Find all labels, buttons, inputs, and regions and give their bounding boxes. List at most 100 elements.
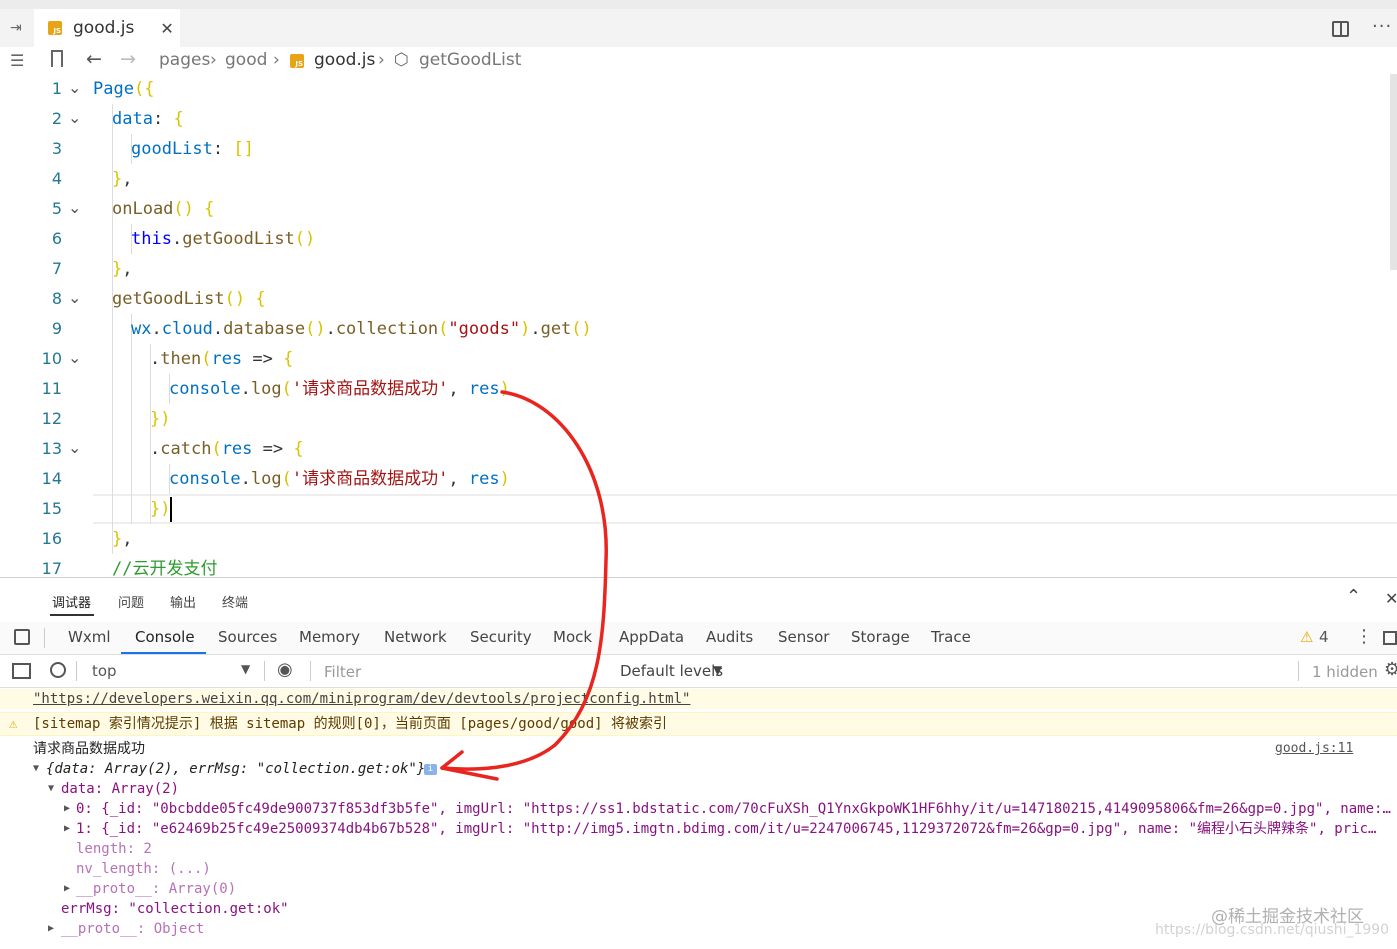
code-line[interactable]: wx.cloud.database().collection("goods").… bbox=[131, 314, 592, 344]
devtools-tab-wxml[interactable]: Wxml bbox=[68, 628, 111, 646]
sidebar-toggle-icon[interactable] bbox=[12, 663, 31, 679]
code-line[interactable]: }, bbox=[112, 254, 133, 284]
array-item-row[interactable]: ▶ 1: {_id: "e62469b25fc49e25009374db4b67… bbox=[0, 819, 1397, 839]
bookmark-icon[interactable] bbox=[51, 50, 63, 67]
expanded-triangle-icon[interactable]: ▼ bbox=[33, 759, 39, 779]
devtools-tab-trace[interactable]: Trace bbox=[931, 628, 971, 646]
text-cursor bbox=[170, 497, 172, 522]
editor-scrollbar[interactable] bbox=[1390, 74, 1397, 270]
line-number: 10 bbox=[41, 349, 62, 368]
hidden-count: 1 hidden bbox=[1312, 663, 1378, 681]
breadcrumb-pages[interactable]: pages bbox=[159, 50, 210, 70]
fold-chevron-icon[interactable]: ⌄ bbox=[68, 344, 82, 374]
code-line[interactable]: console.log('请求商品数据成功', res) bbox=[169, 374, 510, 404]
split-editor-icon[interactable] bbox=[1332, 21, 1349, 37]
fold-chevron-icon[interactable]: ⌄ bbox=[68, 284, 82, 314]
devtools-tab-sensor[interactable]: Sensor bbox=[778, 628, 829, 646]
data-array-row[interactable]: ▼ data: Array(2) bbox=[0, 779, 1397, 799]
log-source-link[interactable]: good.js:11 bbox=[1275, 739, 1353, 759]
panel-tab-output[interactable]: 输出 bbox=[170, 592, 196, 611]
panel-tab-terminal[interactable]: 终端 bbox=[222, 592, 248, 611]
warning-count[interactable]: 4 bbox=[1319, 628, 1329, 646]
proto-array: __proto__: Array(0) bbox=[76, 881, 237, 897]
context-dropdown-icon[interactable]: ▼ bbox=[241, 662, 250, 676]
devtools-tab-audits[interactable]: Audits bbox=[706, 628, 753, 646]
fold-chevron-icon[interactable]: ⌄ bbox=[68, 434, 82, 464]
breadcrumb-symbol[interactable]: getGoodList bbox=[419, 50, 521, 70]
nvlength-row[interactable]: nv_length: (...) bbox=[0, 859, 1397, 879]
devtools-tab-appdata[interactable]: AppData bbox=[619, 628, 684, 646]
expanded-triangle-icon[interactable]: ▼ bbox=[48, 779, 54, 799]
code-line[interactable]: data: { bbox=[112, 104, 184, 134]
data-array-label: data: Array(2) bbox=[61, 781, 180, 797]
inspect-element-icon[interactable] bbox=[14, 629, 30, 645]
info-badge-icon[interactable]: i bbox=[424, 764, 437, 775]
code-line[interactable]: .catch(res => { bbox=[150, 434, 304, 464]
code-line[interactable]: this.getGoodList() bbox=[131, 224, 315, 254]
more-actions-icon[interactable]: ··· bbox=[1372, 16, 1392, 37]
warning-icon: ⚠ bbox=[1300, 628, 1314, 646]
clear-console-icon[interactable] bbox=[50, 662, 66, 678]
config-link[interactable]: "https://developers.weixin.qq.com/minipr… bbox=[33, 689, 690, 709]
code-line[interactable]: console.log('请求商品数据成功', res) bbox=[169, 464, 510, 494]
line-number: 1 bbox=[51, 79, 62, 98]
close-tab-icon[interactable]: ✕ bbox=[160, 19, 173, 38]
settings-gear-icon[interactable]: ⚙ bbox=[1384, 659, 1397, 680]
errmsg-row: errMsg: "collection.get:ok" bbox=[0, 899, 1397, 919]
dock-icon[interactable] bbox=[1383, 631, 1397, 645]
devtools-tab-mock[interactable]: Mock bbox=[553, 628, 592, 646]
code-line[interactable]: .then(res => { bbox=[150, 344, 293, 374]
toggle-sidebar-icon[interactable]: ⇥ bbox=[10, 20, 28, 38]
line-number: 11 bbox=[41, 379, 62, 398]
devtools-menu-icon[interactable]: ⋮ bbox=[1355, 626, 1373, 647]
array-item-row[interactable]: ▶ 0: {_id: "0bcbdde05fc49de900737f853df3… bbox=[0, 799, 1397, 819]
code-line[interactable]: Page({ bbox=[93, 74, 154, 104]
code-line[interactable]: }, bbox=[112, 524, 133, 554]
code-line[interactable]: getGoodList() { bbox=[112, 284, 266, 314]
collapsed-triangle-icon[interactable]: ▶ bbox=[64, 799, 70, 819]
fold-chevron-icon[interactable]: ⌄ bbox=[68, 74, 82, 104]
object-summary-row[interactable]: ▼ {data: Array(2), errMsg: "collection.g… bbox=[0, 759, 1397, 779]
devtools-tab-network[interactable]: Network bbox=[384, 628, 447, 646]
bottom-panel-header: 调试器 问题 输出 终端 ⌃ ✕ bbox=[0, 578, 1397, 622]
chevron-right-icon: › bbox=[378, 50, 385, 70]
chevron-up-icon[interactable]: ⌃ bbox=[1346, 586, 1361, 607]
code-editor[interactable]: Page({data: {goodList: []}, onLoad() {thi… bbox=[93, 74, 592, 579]
code-line[interactable]: goodList: [] bbox=[131, 134, 254, 164]
filter-input[interactable]: Filter bbox=[324, 663, 610, 683]
code-line[interactable]: onLoad() { bbox=[112, 194, 214, 224]
collapsed-triangle-icon[interactable]: ▶ bbox=[64, 879, 70, 899]
context-select[interactable]: top bbox=[92, 662, 117, 680]
devtools-tab-memory[interactable]: Memory bbox=[299, 628, 360, 646]
devtools-tab-security[interactable]: Security bbox=[470, 628, 532, 646]
code-line[interactable]: }) bbox=[150, 404, 171, 434]
proto-array-row[interactable]: ▶ __proto__: Array(0) bbox=[0, 879, 1397, 899]
close-panel-icon[interactable]: ✕ bbox=[1385, 589, 1397, 608]
collapsed-triangle-icon[interactable]: ▶ bbox=[64, 819, 70, 839]
devtools-tab-console[interactable]: Console bbox=[135, 628, 195, 646]
chevron-right-icon: › bbox=[273, 50, 280, 70]
forward-arrow-icon[interactable]: → bbox=[120, 48, 136, 70]
outline-icon[interactable]: ☰ bbox=[10, 51, 24, 70]
collapsed-triangle-icon[interactable]: ▶ bbox=[48, 919, 54, 939]
devtools-tab-sources[interactable]: Sources bbox=[218, 628, 277, 646]
breadcrumb-good[interactable]: good bbox=[225, 50, 267, 70]
log-levels-select[interactable]: Default levels bbox=[620, 662, 723, 680]
panel-tab-problems[interactable]: 问题 bbox=[118, 592, 144, 611]
code-line[interactable]: }) bbox=[150, 494, 171, 524]
eye-icon[interactable]: ◉ bbox=[277, 659, 293, 680]
back-arrow-icon[interactable]: ← bbox=[86, 48, 102, 70]
line-number: 12 bbox=[41, 409, 62, 428]
devtools-tab-storage[interactable]: Storage bbox=[851, 628, 910, 646]
panel-tab-debugger[interactable]: 调试器 bbox=[52, 592, 91, 611]
warning-icon: ⚠ bbox=[9, 716, 18, 732]
current-line-highlight bbox=[93, 494, 1397, 524]
breadcrumb-file[interactable]: good.js bbox=[314, 50, 375, 70]
dropdown-arrow-icon: ▼ bbox=[713, 663, 723, 677]
array-item-0: 0: {_id: "0bcbdde05fc49de900737f853df3b5… bbox=[76, 801, 1391, 817]
fold-chevron-icon[interactable]: ⌄ bbox=[68, 194, 82, 224]
fold-chevron-icon[interactable]: ⌄ bbox=[68, 104, 82, 134]
tab-good-js[interactable]: JS good.js ✕ bbox=[34, 9, 180, 47]
code-line[interactable]: }, bbox=[112, 164, 133, 194]
errmsg-value: errMsg: "collection.get:ok" bbox=[61, 901, 289, 917]
